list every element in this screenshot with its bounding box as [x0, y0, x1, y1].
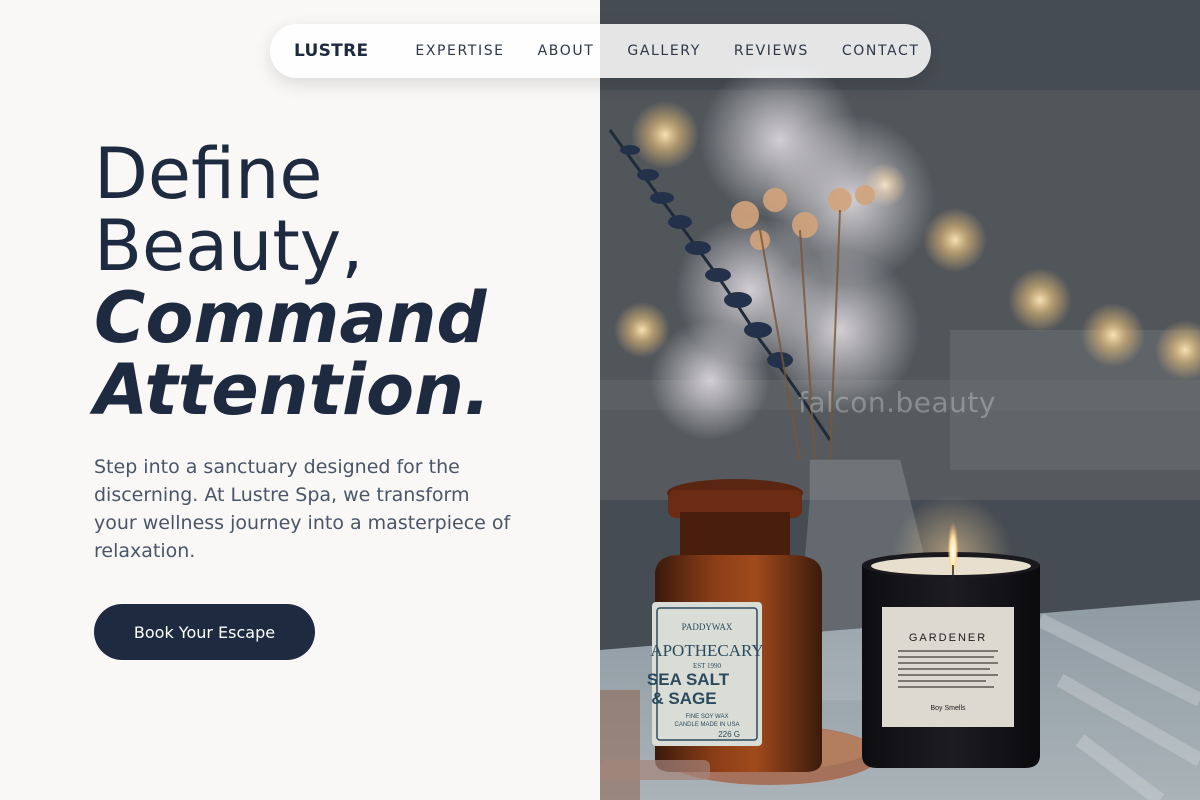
top-navbar: LUSTRE EXPERTISE ABOUT GALLERY REVIEWS C… — [270, 24, 931, 78]
watermark: falcon.beauty — [798, 386, 996, 419]
hero-photo: PADDYWAX APOTHECARY EST 1990 SEA SALT & … — [600, 0, 1200, 800]
jar-scent-2: & SAGE — [651, 689, 716, 708]
hero-description: Step into a sanctuary designed for the d… — [94, 456, 511, 562]
jar-brand: PADDYWAX — [682, 622, 733, 632]
candle-name: GARDENER — [909, 632, 987, 644]
hero-heading: Define Beauty, Command Attention. — [94, 138, 491, 426]
jar-weight: 226 G — [718, 730, 740, 739]
nav-link-gallery[interactable]: GALLERY — [627, 43, 700, 59]
jar-name: APOTHECARY — [650, 641, 763, 660]
candle-maker: Boy Smells — [930, 705, 966, 712]
landing-page: Define Beauty, Command Attention. Step i… — [0, 0, 1200, 800]
hero-content: Define Beauty, Command Attention. Step i… — [0, 0, 600, 800]
jar-scent-1: SEA SALT — [647, 670, 730, 689]
jar-fine-print-1: FINE SOY WAX — [685, 714, 728, 720]
hero-heading-line-4: Attention. — [94, 349, 491, 431]
hero-heading-line-2: Beauty, — [94, 205, 364, 287]
nav-link-about[interactable]: ABOUT — [538, 43, 595, 59]
hero-heading-line-1: Define — [94, 133, 323, 215]
nav-links: EXPERTISE ABOUT GALLERY REVIEWS CONTACT — [415, 43, 919, 59]
nav-link-contact[interactable]: CONTACT — [842, 43, 920, 59]
nav-link-reviews[interactable]: REVIEWS — [734, 43, 809, 59]
nav-link-expertise[interactable]: EXPERTISE — [415, 43, 504, 59]
jar-fine-print-2: CANDLE MADE IN USA — [674, 722, 739, 728]
hero-heading-line-3: Command — [94, 277, 487, 359]
brand-logo[interactable]: LUSTRE — [294, 41, 368, 61]
jar-est: EST 1990 — [693, 662, 722, 670]
book-escape-button[interactable]: Book Your Escape — [94, 604, 315, 660]
